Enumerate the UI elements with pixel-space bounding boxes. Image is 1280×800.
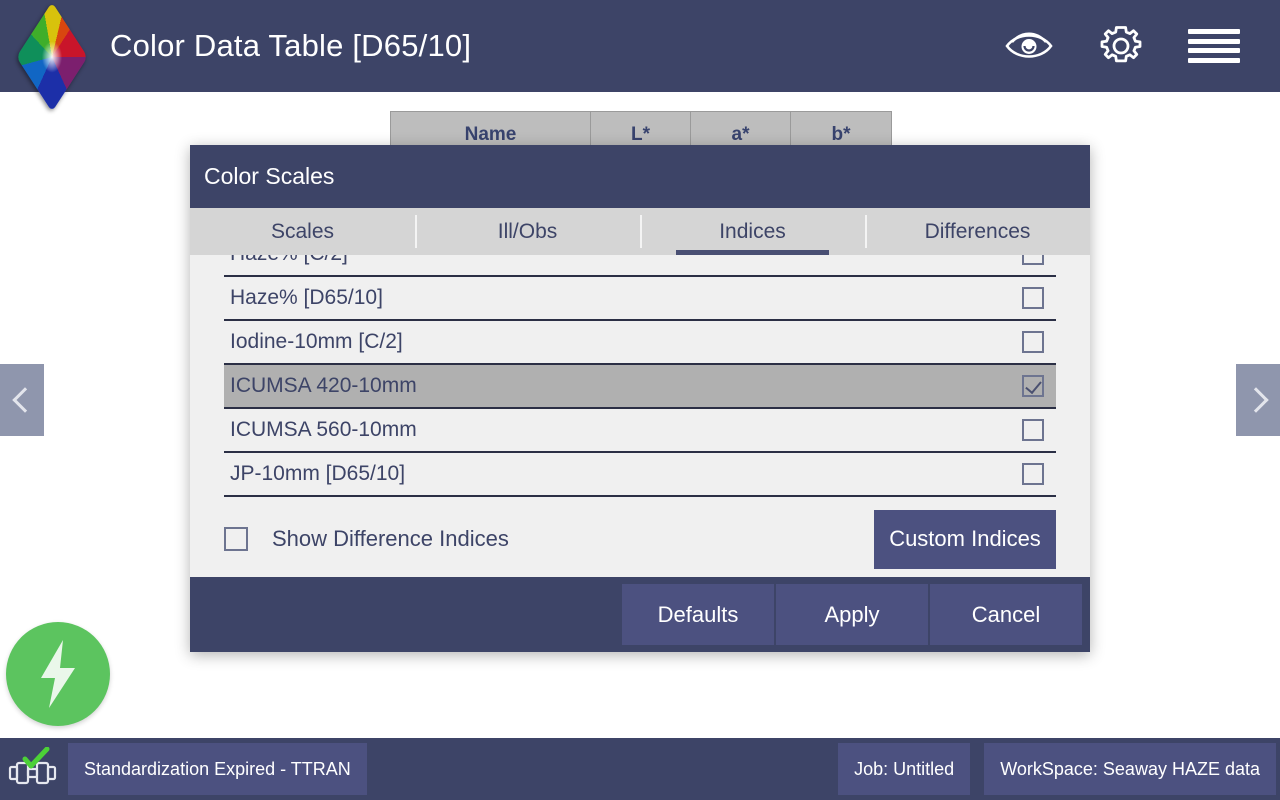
indices-list-panel: Haze% [C/2] Haze% [D65/10] Iodine-10mm […	[190, 255, 1090, 501]
list-item-label: Haze% [D65/10]	[230, 286, 1022, 310]
workspace-status[interactable]: WorkSpace: Seaway HAZE data	[984, 743, 1276, 795]
custom-indices-button[interactable]: Custom Indices	[874, 510, 1056, 569]
list-item-selected[interactable]: ICUMSA 420-10mm	[224, 365, 1056, 409]
eye-icon[interactable]	[1004, 21, 1054, 71]
app-header-actions	[1004, 21, 1240, 71]
defaults-button[interactable]: Defaults	[622, 584, 774, 645]
list-item[interactable]: Iodine-10mm [C/2]	[224, 321, 1056, 365]
gear-icon[interactable]	[1096, 21, 1146, 71]
tab-indices[interactable]: Indices	[640, 208, 865, 255]
list-item[interactable]: Haze% [D65/10]	[224, 277, 1056, 321]
list-item-checkbox[interactable]	[1022, 419, 1044, 441]
list-item-label: Haze% [C/2]	[230, 255, 1022, 266]
dialog-footer: Defaults Apply Cancel	[190, 577, 1090, 652]
dialog-title: Color Scales	[204, 163, 334, 190]
dialog-tab-bar: Scales Ill/Obs Indices Differences	[190, 208, 1090, 255]
list-item[interactable]: ICUMSA 560-10mm	[224, 409, 1056, 453]
list-item-label: JP-10mm [D65/10]	[230, 462, 1022, 486]
list-item-checkbox[interactable]	[1022, 255, 1044, 265]
dialog-header: Color Scales	[190, 145, 1090, 208]
dialog-options-row: Show Difference Indices Custom Indices	[190, 501, 1090, 577]
prev-page-button[interactable]	[0, 364, 44, 436]
next-page-button[interactable]	[1236, 364, 1280, 436]
tab-label: Ill/Obs	[498, 220, 558, 244]
tab-ill-obs[interactable]: Ill/Obs	[415, 208, 640, 255]
page-title: Color Data Table [D65/10]	[110, 28, 471, 64]
standardization-status[interactable]: Standardization Expired - TTRAN	[68, 743, 367, 795]
list-item-label: ICUMSA 420-10mm	[230, 374, 1022, 398]
tab-label: Indices	[719, 220, 786, 244]
tab-differences[interactable]: Differences	[865, 208, 1090, 255]
cancel-button[interactable]: Cancel	[930, 584, 1082, 645]
list-item-checkbox[interactable]	[1022, 331, 1044, 353]
tab-scales[interactable]: Scales	[190, 208, 415, 255]
status-bar: Standardization Expired - TTRAN Job: Unt…	[0, 738, 1280, 800]
list-item-label: Iodine-10mm [C/2]	[230, 330, 1022, 354]
list-item-checkbox[interactable]	[1022, 463, 1044, 485]
job-status[interactable]: Job: Untitled	[838, 743, 970, 795]
show-difference-indices-checkbox[interactable]	[224, 527, 248, 551]
color-scales-dialog: Color Scales Scales Ill/Obs Indices Diff…	[190, 145, 1090, 652]
tab-label: Differences	[925, 220, 1031, 244]
list-item-label: ICUMSA 560-10mm	[230, 418, 1022, 442]
instrument-connected-check-icon[interactable]	[6, 747, 60, 791]
chevron-left-icon	[12, 387, 37, 412]
measure-fab-button[interactable]	[6, 622, 110, 726]
show-difference-indices-label: Show Difference Indices	[272, 526, 509, 552]
list-item-checkbox[interactable]	[1022, 375, 1044, 397]
app-root: Color Data Table [D65/10]	[0, 0, 1280, 800]
color-space-diamond-icon	[12, 11, 92, 81]
list-item[interactable]: Haze% [C/2]	[224, 255, 1056, 277]
hamburger-menu-icon[interactable]	[1188, 29, 1240, 63]
tab-label: Scales	[271, 220, 334, 244]
lightning-bolt-icon	[29, 638, 87, 710]
indices-list[interactable]: Haze% [C/2] Haze% [D65/10] Iodine-10mm […	[224, 255, 1056, 501]
status-bar-right: Job: Untitled WorkSpace: Seaway HAZE dat…	[830, 743, 1276, 795]
list-item-checkbox[interactable]	[1022, 287, 1044, 309]
list-item[interactable]: JP-10mm [D65/10]	[224, 453, 1056, 497]
show-difference-indices-toggle[interactable]: Show Difference Indices	[224, 526, 509, 552]
apply-button[interactable]: Apply	[776, 584, 928, 645]
app-header-bar: Color Data Table [D65/10]	[0, 0, 1280, 92]
chevron-right-icon	[1243, 387, 1268, 412]
